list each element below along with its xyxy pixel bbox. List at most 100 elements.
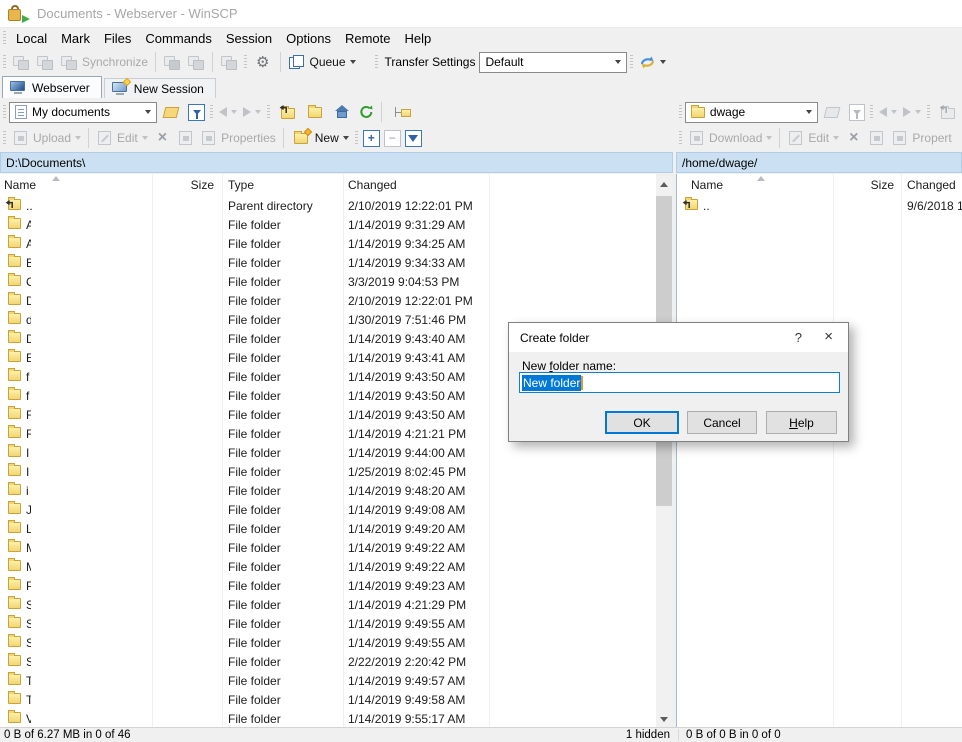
menu-remote[interactable]: Remote (338, 29, 398, 48)
synchronize-browsing-button[interactable] (34, 53, 56, 72)
right-path-bar[interactable]: /home/dwage/ (676, 152, 962, 173)
compare-directories-button[interactable] (10, 53, 32, 72)
file-name: D (26, 294, 31, 308)
right-filter-button[interactable] (849, 104, 865, 121)
transfer-options-button[interactable] (637, 53, 668, 72)
column-header-name[interactable]: Name (4, 178, 36, 192)
left-tree-view-button[interactable] (387, 103, 417, 122)
left-home-directory-button[interactable] (329, 103, 355, 121)
file-row[interactable]: SFile folder2/22/2019 2:20:42 PM (0, 652, 656, 671)
right-back-button[interactable] (877, 105, 899, 119)
file-row[interactable]: ..9/6/2018 1 (677, 196, 962, 215)
left-rename-button[interactable] (175, 129, 196, 147)
left-properties-button[interactable]: Properties (198, 129, 278, 147)
column-header-size[interactable]: Size (833, 178, 894, 192)
menu-session[interactable]: Session (219, 29, 279, 48)
new-button[interactable]: New (289, 129, 351, 147)
open-putty-button[interactable] (185, 53, 207, 72)
left-forward-button[interactable] (241, 105, 263, 119)
create-folder-dialog: Create folder ? × New folder name: New f… (508, 322, 849, 442)
transfer-settings-combo[interactable]: Default (479, 52, 627, 73)
column-header-changed[interactable]: Changed (907, 178, 956, 192)
menu-options[interactable]: Options (279, 29, 338, 48)
right-open-directory-button[interactable] (819, 104, 846, 121)
file-row[interactable]: IFile folder1/25/2019 8:02:45 PM (0, 462, 656, 481)
left-back-button[interactable] (217, 105, 239, 119)
file-row[interactable]: MFile folder1/14/2019 9:49:22 AM (0, 538, 656, 557)
toolbar-grip (679, 131, 682, 146)
file-name: I (26, 446, 31, 460)
left-root-directory-button[interactable] (303, 105, 327, 120)
transfer-options-dropdown-arrow-icon[interactable] (660, 60, 666, 64)
new-folder-name-input[interactable]: New folder (519, 372, 840, 393)
toolbar-grip (679, 105, 682, 120)
right-properties-button[interactable]: Propert (889, 129, 953, 147)
unselect-files-button[interactable]: − (384, 130, 401, 147)
synchronize-button[interactable]: Synchronize (58, 53, 150, 72)
tab-new-session[interactable]: New Session (104, 78, 216, 98)
right-forward-button[interactable] (901, 105, 923, 119)
menu-help[interactable]: Help (397, 29, 438, 48)
dialog-help-icon[interactable]: ? (795, 330, 802, 345)
file-row[interactable]: TFile folder1/14/2019 9:49:57 AM (0, 671, 656, 690)
left-location-combo[interactable]: My documents (9, 102, 157, 123)
file-row[interactable]: SFile folder1/14/2019 4:21:29 PM (0, 595, 656, 614)
menu-commands[interactable]: Commands (138, 29, 218, 48)
select-files-button[interactable]: + (363, 130, 380, 147)
file-row[interactable]: VFile folder1/14/2019 9:55:17 AM (0, 709, 656, 727)
ok-button[interactable]: OK (605, 411, 679, 434)
left-path-bar[interactable]: D:\Documents\ (0, 152, 673, 173)
file-row[interactable]: AFile folder1/14/2019 9:31:29 AM (0, 215, 656, 234)
scroll-up-button[interactable] (656, 176, 672, 192)
right-delete-button[interactable]: × (843, 129, 864, 147)
right-rename-button[interactable] (866, 129, 887, 147)
file-row[interactable]: PFile folder1/14/2019 9:49:23 AM (0, 576, 656, 595)
dialog-close-icon[interactable]: × (824, 328, 833, 345)
left-refresh-button[interactable] (357, 103, 376, 121)
download-button[interactable]: Download (686, 129, 774, 147)
file-row[interactable]: JFile folder1/14/2019 9:49:08 AM (0, 500, 656, 519)
file-row[interactable]: MFile folder1/14/2019 9:49:22 AM (0, 557, 656, 576)
left-edit-button[interactable]: Edit (94, 129, 150, 147)
left-filter-button[interactable] (188, 104, 205, 121)
file-row[interactable]: iFile folder1/14/2019 9:48:20 AM (0, 481, 656, 500)
column-header-name[interactable]: Name (691, 178, 723, 192)
invert-selection-button[interactable] (405, 130, 422, 147)
queue-dropdown-arrow-icon[interactable] (350, 60, 356, 64)
right-location-combo[interactable]: dwage (685, 102, 819, 123)
scroll-down-button[interactable] (656, 711, 672, 727)
column-header-type[interactable]: Type (228, 178, 254, 192)
menu-local[interactable]: Local (9, 29, 54, 48)
column-header-size[interactable]: Size (152, 178, 214, 192)
preferences-button[interactable]: ⚙ (251, 53, 274, 72)
file-row[interactable]: TFile folder1/14/2019 9:49:58 AM (0, 690, 656, 709)
cancel-button[interactable]: Cancel (687, 411, 757, 434)
left-open-directory-button[interactable] (158, 104, 185, 121)
menu-files[interactable]: Files (97, 29, 138, 48)
upload-button[interactable]: Upload (10, 129, 83, 147)
file-row[interactable]: LFile folder1/14/2019 9:49:20 AM (0, 519, 656, 538)
left-delete-button[interactable]: × (152, 129, 173, 147)
queue-button[interactable]: Queue (286, 53, 358, 72)
file-row[interactable]: DFile folder2/10/2019 12:22:01 PM (0, 291, 656, 310)
parent-directory-icon (279, 105, 296, 119)
left-panel-status: 0 B of 6.27 MB in 0 of 46 (4, 729, 131, 741)
left-vertical-scrollbar[interactable] (656, 176, 672, 727)
file-row[interactable]: BFile folder1/14/2019 9:34:33 AM (0, 253, 656, 272)
new-dropdown-arrow-icon[interactable] (343, 136, 349, 140)
column-header-changed[interactable]: Changed (348, 178, 397, 192)
right-edit-button[interactable]: Edit (785, 129, 841, 147)
file-row[interactable]: CFile folder3/3/2019 9:04:53 PM (0, 272, 656, 291)
file-row[interactable]: ..Parent directory2/10/2019 12:22:01 PM (0, 196, 656, 215)
file-row[interactable]: IFile folder1/14/2019 9:44:00 AM (0, 443, 656, 462)
open-console-button[interactable] (161, 53, 183, 72)
find-files-button[interactable] (218, 53, 240, 72)
left-parent-directory-button[interactable] (274, 103, 301, 121)
help-button[interactable]: Help (766, 411, 837, 434)
file-row[interactable]: SFile folder1/14/2019 9:49:55 AM (0, 633, 656, 652)
right-parent-directory-button[interactable] (934, 103, 961, 121)
tab-webserver[interactable]: Webserver (2, 76, 102, 98)
file-row[interactable]: AFile folder1/14/2019 9:34:25 AM (0, 234, 656, 253)
file-row[interactable]: SFile folder1/14/2019 9:49:55 AM (0, 614, 656, 633)
menu-mark[interactable]: Mark (54, 29, 97, 48)
